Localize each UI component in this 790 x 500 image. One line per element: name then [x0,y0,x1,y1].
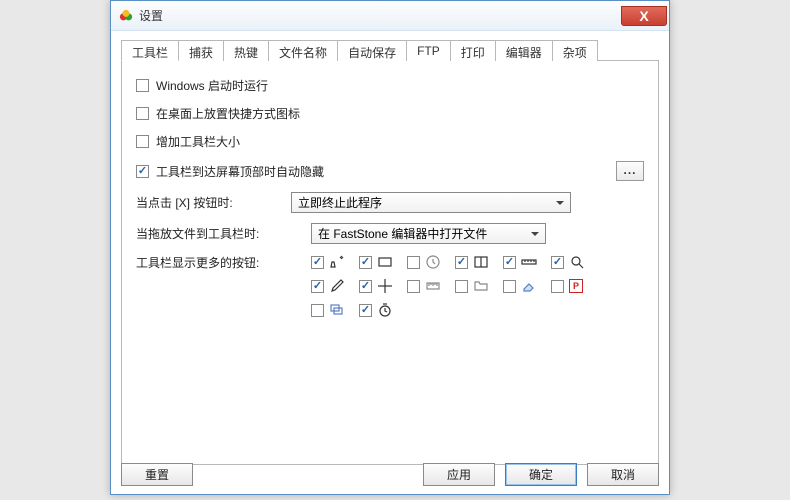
tab-ftp[interactable]: FTP [406,40,451,61]
clock-icon [425,254,441,270]
checkbox-magnifier-icon[interactable] [551,256,564,269]
checkbox-measure-icon[interactable] [407,280,420,293]
tab-hotkey[interactable]: 热键 [223,40,269,61]
checkbox-increase-size[interactable] [136,135,149,148]
tab-toolbar[interactable]: 工具栏 [121,40,179,61]
tab-strip: 工具栏 捕获 热键 文件名称 自动保存 FTP 打印 编辑器 杂项 [121,39,659,61]
crosshair-icon [377,278,393,294]
label-drag-file: 当拖放文件到工具栏时: [136,225,291,242]
window-title: 设置 [139,7,163,24]
checkbox-autohide-top[interactable] [136,165,149,178]
label-desktop-shortcut: 在桌面上放置快捷方式图标 [156,105,300,122]
checkbox-eyedropper-icon[interactable] [311,280,324,293]
checkbox-timer-circle-icon[interactable] [359,304,372,317]
magnifier-icon [569,254,585,270]
fullscreen-icon [473,254,489,270]
label-autohide-top: 工具栏到达屏幕顶部时自动隐藏 [156,163,324,180]
eraser-icon [521,278,537,294]
apply-button[interactable]: 应用 [423,463,495,486]
tab-editor[interactable]: 编辑器 [495,40,553,61]
ruler-icon [521,254,537,270]
checkbox-fullscreen-icon[interactable] [455,256,468,269]
draw-icon [329,254,345,270]
select-click-x-value: 立即终止此程序 [298,194,382,211]
eyedropper-icon [329,278,345,294]
button-bar: 重置 应用 确定 取消 [121,463,659,486]
tab-capture[interactable]: 捕获 [178,40,224,61]
tab-print[interactable]: 打印 [450,40,496,61]
toolbar-icons-grid: P [311,254,599,318]
timer-circle-icon [377,302,393,318]
titlebar: 设置 X [111,1,669,31]
checkbox-rectangle-icon[interactable] [359,256,372,269]
checkbox-eraser-icon[interactable] [503,280,516,293]
pdf-icon: P [569,279,583,293]
dialog-content: 工具栏 捕获 热键 文件名称 自动保存 FTP 打印 编辑器 杂项 Window… [111,31,669,494]
checkbox-crosshair-icon[interactable] [359,280,372,293]
rectangle-icon [377,254,393,270]
label-run-at-startup: Windows 启动时运行 [156,77,268,94]
tab-misc[interactable]: 杂项 [552,40,598,61]
select-click-x-action[interactable]: 立即终止此程序 [291,192,571,213]
select-drag-file-value: 在 FastStone 编辑器中打开文件 [318,225,487,242]
checkbox-stack-icon[interactable] [311,304,324,317]
folder-icon [473,278,489,294]
checkbox-pdf-icon[interactable] [551,280,564,293]
checkbox-run-at-startup[interactable] [136,79,149,92]
select-drag-file-action[interactable]: 在 FastStone 编辑器中打开文件 [311,223,546,244]
reset-button[interactable]: 重置 [121,463,193,486]
measure-icon [425,278,441,294]
tab-filename[interactable]: 文件名称 [268,40,338,61]
checkbox-desktop-shortcut[interactable] [136,107,149,120]
label-more-buttons: 工具栏显示更多的按钮: [136,254,291,271]
checkbox-draw-icon[interactable] [311,256,324,269]
cancel-button[interactable]: 取消 [587,463,659,486]
checkbox-folder-icon[interactable] [455,280,468,293]
checkbox-clock-icon[interactable] [407,256,420,269]
app-icon [119,9,133,23]
stack-icon [329,302,345,318]
close-button[interactable]: X [621,6,667,26]
checkbox-ruler-icon[interactable] [503,256,516,269]
label-increase-size: 增加工具栏大小 [156,133,240,150]
autohide-options-button[interactable]: ... [616,161,644,181]
tabpage-toolbar: Windows 启动时运行 在桌面上放置快捷方式图标 增加工具栏大小 工具栏到达… [121,61,659,465]
tab-autosave[interactable]: 自动保存 [337,40,407,61]
label-click-x: 当点击 [X] 按钮时: [136,194,291,211]
settings-dialog: 设置 X 工具栏 捕获 热键 文件名称 自动保存 FTP 打印 编辑器 杂项 W… [110,0,670,495]
ok-button[interactable]: 确定 [505,463,577,486]
